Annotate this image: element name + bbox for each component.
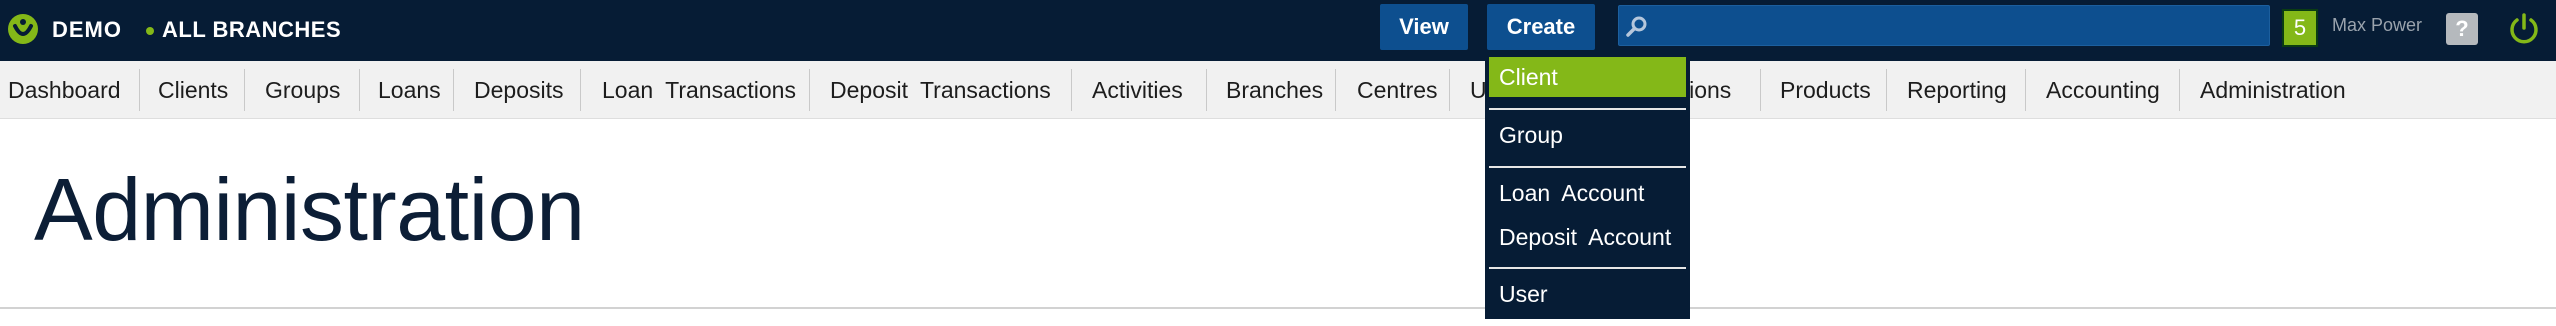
nav-divider <box>139 69 140 111</box>
search-input[interactable] <box>1655 9 2259 44</box>
nav-divider <box>1071 69 1072 111</box>
search-box[interactable] <box>1618 5 2270 46</box>
nav-divider <box>1886 69 1887 111</box>
nav-divider <box>1760 69 1761 111</box>
nav-administration[interactable]: Administration <box>2200 61 2346 119</box>
nav-products[interactable]: Products <box>1780 61 1871 119</box>
menu-divider <box>1489 166 1686 168</box>
nav-loan-transactions[interactable]: Loan Transactions <box>602 61 796 119</box>
nav-divider <box>2025 69 2026 111</box>
user-name[interactable]: Max Power <box>2332 12 2422 38</box>
create-user-item[interactable]: User <box>1485 274 1690 314</box>
brand-name[interactable]: DEMO <box>52 14 122 46</box>
nav-divider <box>244 69 245 111</box>
nav-divider <box>2179 69 2180 111</box>
create-group-item[interactable]: Group <box>1485 115 1690 155</box>
power-icon[interactable] <box>2506 11 2542 47</box>
nav-reporting[interactable]: Reporting <box>1907 61 2007 119</box>
nav-deposits[interactable]: Deposits <box>474 61 563 119</box>
create-deposit-account-item[interactable]: Deposit Account <box>1485 217 1690 257</box>
nav-divider <box>1335 69 1336 111</box>
nav-branches[interactable]: Branches <box>1226 61 1323 119</box>
view-button[interactable]: View <box>1380 4 1468 50</box>
nav-clients[interactable]: Clients <box>158 61 228 119</box>
main-nav: Dashboard Clients Groups Loans Deposits … <box>0 61 2556 119</box>
menu-divider <box>1489 108 1686 110</box>
menu-divider <box>1489 267 1686 269</box>
create-button[interactable]: Create <box>1487 4 1595 50</box>
create-loan-account-item[interactable]: Loan Account <box>1485 173 1690 213</box>
create-dropdown-menu: Client Group Loan Account Deposit Accoun… <box>1485 53 1690 319</box>
nav-deposit-transactions[interactable]: Deposit Transactions <box>830 61 1051 119</box>
nav-accounting[interactable]: Accounting <box>2046 61 2160 119</box>
nav-activities[interactable]: Activities <box>1092 61 1183 119</box>
nav-divider <box>1206 69 1207 111</box>
nav-divider <box>1449 69 1450 111</box>
help-icon[interactable]: ? <box>2446 13 2478 45</box>
nav-divider <box>580 69 581 111</box>
title-divider <box>0 307 2556 309</box>
nav-loans[interactable]: Loans <box>378 61 441 119</box>
branch-selector[interactable]: ALL BRANCHES <box>162 14 341 46</box>
nav-centres[interactable]: Centres <box>1357 61 1438 119</box>
branch-status-dot-icon <box>146 27 154 35</box>
search-icon <box>1626 16 1647 37</box>
nav-divider <box>453 69 454 111</box>
nav-dashboard[interactable]: Dashboard <box>8 61 121 119</box>
create-client-item[interactable]: Client <box>1489 57 1686 97</box>
nav-divider <box>809 69 810 111</box>
top-bar: DEMO ALL BRANCHES View Create 5 Max Powe… <box>0 0 2556 61</box>
nav-groups[interactable]: Groups <box>265 61 340 119</box>
page-title: Administration <box>34 160 585 259</box>
nav-divider <box>359 69 360 111</box>
logo-icon[interactable] <box>6 12 40 46</box>
notification-badge[interactable]: 5 <box>2282 9 2318 47</box>
